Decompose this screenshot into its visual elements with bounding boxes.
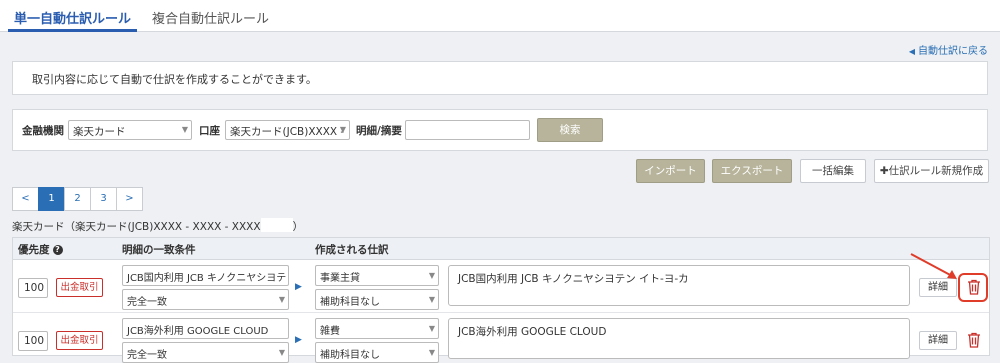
trash-icon[interactable]: [967, 332, 981, 348]
chevron-down-icon: ▼: [278, 348, 285, 357]
account-label: 口座: [199, 125, 220, 137]
back-link-label: 自動仕訳に戻る: [918, 46, 988, 57]
account-item-value: 事業主貸: [320, 273, 360, 284]
chevron-down-icon: ▼: [428, 295, 435, 304]
institution-select[interactable]: 楽天カード ▼: [68, 120, 192, 140]
sub-account-value: 補助科目なし: [320, 297, 380, 308]
chevron-down-icon: ▼: [428, 271, 435, 280]
memo-textarea[interactable]: JCB国内利用 JCB キノクニヤシヨテン イト-ヨ-カ: [448, 265, 910, 306]
chevron-down-icon: ▼: [339, 125, 346, 134]
th-entry: 作成される仕訳: [315, 244, 389, 256]
table-header: 優先度? 明細の一致条件 作成される仕訳: [13, 238, 989, 260]
chevron-down-icon: ▼: [428, 348, 435, 357]
chevron-down-icon: ▼: [428, 324, 435, 333]
condition-text-input[interactable]: JCB国内利用 JCB キノクニヤシヨテ: [122, 265, 289, 286]
rule-table: 優先度? 明細の一致条件 作成される仕訳 100 出金取引 JCB国内利用 JC…: [12, 237, 990, 363]
match-type-value: 完全一致: [127, 350, 167, 361]
tab-bar: 単一自動仕訳ルール 複合自動仕訳ルール: [0, 0, 1000, 32]
priority-input[interactable]: 100: [18, 331, 48, 351]
import-button[interactable]: インポート: [636, 159, 705, 183]
chevron-down-icon: ▼: [278, 295, 285, 304]
back-to-auto-journal-link[interactable]: ◀ 自動仕訳に戻る: [909, 42, 988, 57]
pager-page-2[interactable]: 2: [64, 187, 91, 211]
pager-prev[interactable]: <: [12, 187, 39, 211]
sub-account-value: 補助科目なし: [320, 350, 380, 361]
masked-area: [260, 218, 293, 232]
annotation-arrow-icon: [910, 253, 957, 279]
arrow-right-icon: ▶: [295, 282, 302, 292]
institution-label: 金融機関: [22, 125, 64, 137]
table-row: 100 出金取引 JCB国内利用 JCB キノクニヤシヨテ 完全一致 ▼ ▶ 事業…: [13, 260, 989, 313]
account-select[interactable]: 楽天カード(JCB)XXXX - ▼: [225, 120, 350, 140]
tab-single-rule[interactable]: 単一自動仕訳ルール: [7, 8, 138, 32]
account-item-value: 雑費: [320, 326, 340, 337]
detail-label: 明細/摘要: [356, 125, 402, 137]
help-icon[interactable]: ?: [52, 245, 63, 255]
institution-value: 楽天カード: [73, 126, 126, 138]
th-priority: 優先度?: [18, 242, 63, 257]
pagination: < 1 2 3 >: [12, 187, 143, 211]
pager-page-3[interactable]: 3: [90, 187, 117, 211]
account-item-select[interactable]: 雑費 ▼: [315, 318, 439, 339]
account-title-text: 楽天カード（楽天カード(JCB)XXXX - XXXX - XXXX: [12, 221, 261, 233]
match-type-select[interactable]: 完全一致 ▼: [122, 342, 289, 363]
th-priority-label: 優先度: [18, 244, 50, 256]
priority-input[interactable]: 100: [18, 278, 48, 298]
table-row: 100 出金取引 JCB海外利用 GOOGLE CLOUD 完全一致 ▼ ▶ 雑費…: [13, 313, 989, 363]
pager-page-1[interactable]: 1: [38, 187, 65, 211]
search-button[interactable]: 検索: [537, 118, 603, 142]
search-panel: 金融機関 楽天カード ▼ 口座 楽天カード(JCB)XXXX - ▼ 明細/摘要…: [12, 109, 988, 151]
arrow-right-icon: ▶: [295, 335, 302, 345]
account-item-select[interactable]: 事業主貸 ▼: [315, 265, 439, 286]
export-button[interactable]: エクスポート: [712, 159, 792, 183]
match-type-select[interactable]: 完全一致 ▼: [122, 289, 289, 310]
transaction-type-badge: 出金取引: [56, 331, 103, 350]
th-condition: 明細の一致条件: [122, 244, 196, 256]
sub-account-select[interactable]: 補助科目なし ▼: [315, 342, 439, 363]
chevron-down-icon: ▼: [181, 125, 188, 134]
sub-account-select[interactable]: 補助科目なし ▼: [315, 289, 439, 310]
caret-left-icon: ◀: [908, 47, 915, 56]
account-title: 楽天カード（楽天カード(JCB)XXXX - XXXX - XXXX ）: [12, 218, 303, 234]
memo-textarea[interactable]: JCB海外利用 GOOGLE CLOUD: [448, 318, 910, 359]
bulk-edit-button[interactable]: 一括編集: [800, 159, 866, 183]
detail-button[interactable]: 詳細: [919, 331, 957, 350]
condition-text-input[interactable]: JCB海外利用 GOOGLE CLOUD: [122, 318, 289, 339]
match-type-value: 完全一致: [127, 297, 167, 308]
account-value: 楽天カード(JCB)XXXX -: [230, 126, 345, 138]
detail-search-input[interactable]: [405, 120, 530, 140]
info-box: 取引内容に応じて自動で仕訳を作成することができます。: [12, 61, 988, 95]
new-rule-button[interactable]: ✚仕訳ルール新規作成: [874, 159, 989, 183]
account-title-end: ）: [292, 221, 304, 233]
pager-next[interactable]: >: [116, 187, 143, 211]
transaction-type-badge: 出金取引: [56, 278, 103, 297]
info-text: 取引内容に応じて自動で仕訳を作成することができます。: [32, 73, 317, 86]
tab-compound-rule[interactable]: 複合自動仕訳ルール: [152, 8, 269, 27]
